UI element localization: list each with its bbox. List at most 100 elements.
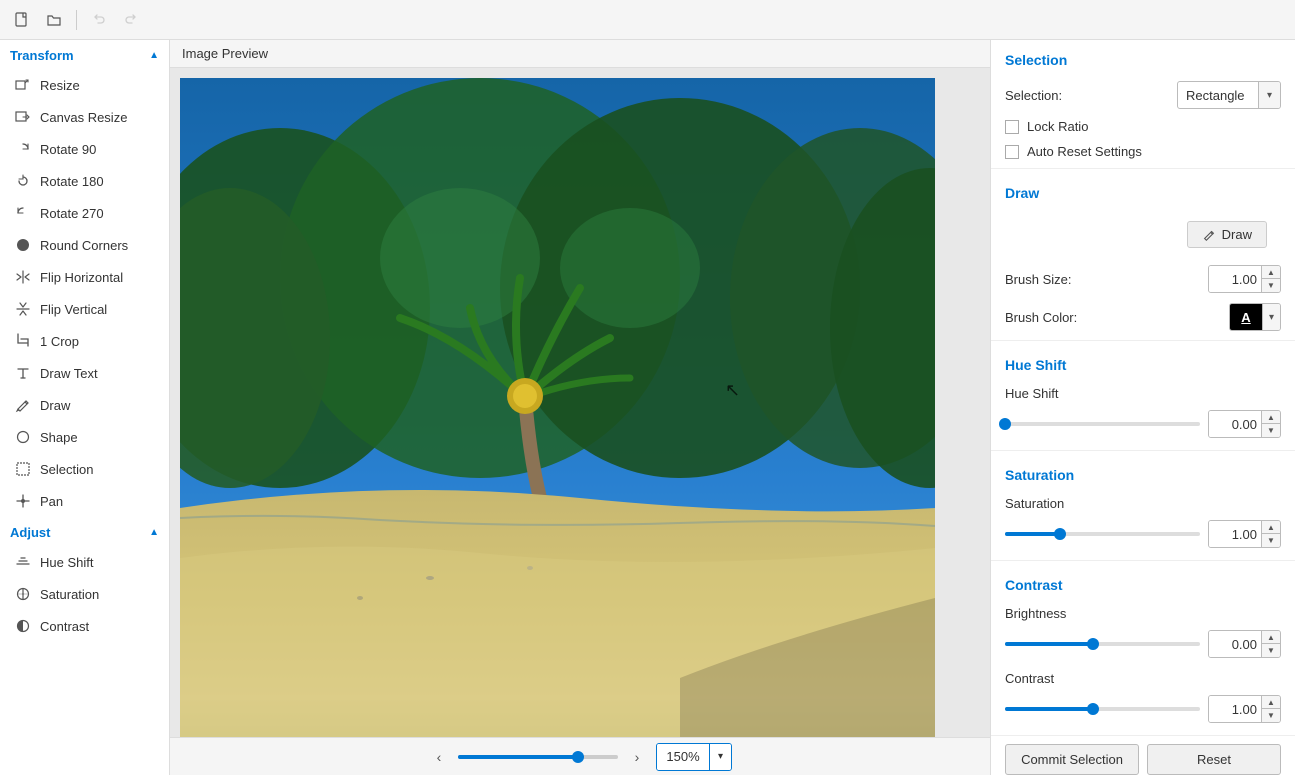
adjust-label: Adjust <box>10 525 50 540</box>
brush-size-row: Brush Size: ▲ ▼ <box>991 260 1295 298</box>
draw-button-label: Draw <box>1222 227 1252 242</box>
undo-button[interactable] <box>85 6 113 34</box>
hue-shift-down[interactable]: ▼ <box>1262 424 1280 437</box>
brush-size-down[interactable]: ▼ <box>1262 279 1280 292</box>
sidebar-item-flip-vertical[interactable]: Flip Vertical <box>0 293 169 325</box>
sidebar-item-label: Round Corners <box>40 238 128 253</box>
zoom-slider-track <box>458 755 578 759</box>
reset-button[interactable]: Reset <box>1147 744 1281 775</box>
contrast-slider[interactable] <box>1005 707 1200 711</box>
zoom-prev-button[interactable]: ‹ <box>428 746 450 768</box>
sidebar-item-draw[interactable]: Draw <box>0 389 169 421</box>
commit-selection-button[interactable]: Commit Selection <box>1005 744 1139 775</box>
hue-shift-input-wrapper: ▲ ▼ <box>1208 410 1281 438</box>
contrast-up[interactable]: ▲ <box>1262 696 1280 709</box>
draw-button[interactable]: Draw <box>1187 221 1267 248</box>
pan-icon <box>14 492 32 510</box>
brightness-down[interactable]: ▼ <box>1262 644 1280 657</box>
sidebar-item-hue-shift[interactable]: Hue Shift <box>0 546 169 578</box>
zoom-slider[interactable] <box>458 755 618 759</box>
brush-color-dropdown[interactable]: ▾ <box>1262 304 1280 330</box>
panel-divider-2 <box>991 340 1295 341</box>
sidebar: Transform ▲ Resize Canvas Resize <box>0 40 170 775</box>
contrast-down[interactable]: ▼ <box>1262 709 1280 722</box>
brightness-slider-fill <box>1005 642 1093 646</box>
sidebar-item-rotate-90[interactable]: Rotate 90 <box>0 133 169 165</box>
sidebar-item-rotate-180[interactable]: Rotate 180 <box>0 165 169 197</box>
auto-reset-row: Auto Reset Settings <box>991 139 1295 164</box>
main-toolbar <box>0 0 1295 40</box>
transform-label: Transform <box>10 48 74 63</box>
sidebar-item-contrast[interactable]: Contrast <box>0 610 169 642</box>
saturation-down[interactable]: ▼ <box>1262 534 1280 547</box>
brightness-up[interactable]: ▲ <box>1262 631 1280 644</box>
hue-shift-section-title: Hue Shift <box>991 345 1295 381</box>
sidebar-item-round-corners[interactable]: Round Corners <box>0 229 169 261</box>
flip-vertical-icon <box>14 300 32 318</box>
sidebar-item-pan[interactable]: Pan <box>0 485 169 517</box>
toolbar-separator <box>76 10 77 30</box>
sidebar-item-shape[interactable]: Shape <box>0 421 169 453</box>
sidebar-item-canvas-resize[interactable]: Canvas Resize <box>0 101 169 133</box>
selection-dropdown[interactable]: Rectangle ▾ <box>1177 81 1281 109</box>
saturation-slider-row: ▲ ▼ <box>1005 520 1281 548</box>
brightness-slider[interactable] <box>1005 642 1200 646</box>
sidebar-item-draw-text[interactable]: Draw Text <box>0 357 169 389</box>
brush-color-row: Brush Color: A ▾ <box>991 298 1295 336</box>
saturation-slider[interactable] <box>1005 532 1200 536</box>
selection-row: Selection: Rectangle ▾ <box>991 76 1295 114</box>
sidebar-item-saturation[interactable]: Saturation <box>0 578 169 610</box>
scene-svg: ↖ <box>180 78 935 737</box>
sidebar-item-label: Flip Horizontal <box>40 270 123 285</box>
hue-shift-input[interactable] <box>1209 411 1261 437</box>
adjust-section-header[interactable]: Adjust ▲ <box>0 517 169 546</box>
canvas-image[interactable]: ↖ <box>180 78 935 737</box>
brightness-slider-thumb[interactable] <box>1087 638 1099 650</box>
sidebar-item-rotate-270[interactable]: Rotate 270 <box>0 197 169 229</box>
sidebar-item-flip-horizontal[interactable]: Flip Horizontal <box>0 261 169 293</box>
new-button[interactable] <box>8 6 36 34</box>
zoom-dropdown-button[interactable]: ▾ <box>709 744 731 770</box>
bottom-buttons: Commit Selection Reset <box>991 735 1295 775</box>
lock-ratio-checkbox[interactable] <box>1005 120 1019 134</box>
brush-color-swatch[interactable]: A ▾ <box>1229 303 1281 331</box>
lock-ratio-label[interactable]: Lock Ratio <box>1027 119 1088 134</box>
brightness-label-row: Brightness <box>991 601 1295 626</box>
brush-size-up[interactable]: ▲ <box>1262 266 1280 279</box>
saturation-icon <box>14 585 32 603</box>
hue-shift-slider[interactable] <box>1005 422 1200 426</box>
contrast-input[interactable] <box>1209 696 1261 722</box>
saturation-slider-thumb[interactable] <box>1054 528 1066 540</box>
brush-size-input[interactable] <box>1209 266 1261 292</box>
sidebar-item-resize[interactable]: Resize <box>0 69 169 101</box>
sidebar-item-label: Contrast <box>40 619 89 634</box>
contrast-slider-thumb[interactable] <box>1087 703 1099 715</box>
open-button[interactable] <box>40 6 68 34</box>
contrast-spin: ▲ ▼ <box>1261 696 1280 722</box>
redo-button[interactable] <box>117 6 145 34</box>
sidebar-item-label: Draw Text <box>40 366 98 381</box>
transform-section-header[interactable]: Transform ▲ <box>0 40 169 69</box>
auto-reset-label[interactable]: Auto Reset Settings <box>1027 144 1142 159</box>
sidebar-item-label: Canvas Resize <box>40 110 127 125</box>
brightness-input[interactable] <box>1209 631 1261 657</box>
sidebar-item-selection[interactable]: Selection <box>0 453 169 485</box>
saturation-up[interactable]: ▲ <box>1262 521 1280 534</box>
sidebar-item-label: 1 Crop <box>40 334 79 349</box>
zoom-next-button[interactable]: › <box>626 746 648 768</box>
sidebar-item-label: Flip Vertical <box>40 302 107 317</box>
hue-shift-slider-thumb[interactable] <box>999 418 1011 430</box>
saturation-input[interactable] <box>1209 521 1261 547</box>
zoom-slider-thumb[interactable] <box>572 751 584 763</box>
brush-color-letter: A <box>1241 310 1250 325</box>
zoom-input[interactable] <box>657 744 709 770</box>
hue-shift-up[interactable]: ▲ <box>1262 411 1280 424</box>
brush-color-swatch-box: A <box>1230 304 1262 330</box>
canvas-scroll[interactable]: ↖ <box>170 68 990 737</box>
selection-dropdown-button[interactable]: ▾ <box>1258 82 1280 108</box>
sidebar-item-crop[interactable]: 1 Crop <box>0 325 169 357</box>
draw-section-title: Draw <box>991 173 1295 209</box>
auto-reset-checkbox[interactable] <box>1005 145 1019 159</box>
adjust-chevron-icon: ▲ <box>149 527 159 538</box>
sidebar-item-label: Draw <box>40 398 70 413</box>
